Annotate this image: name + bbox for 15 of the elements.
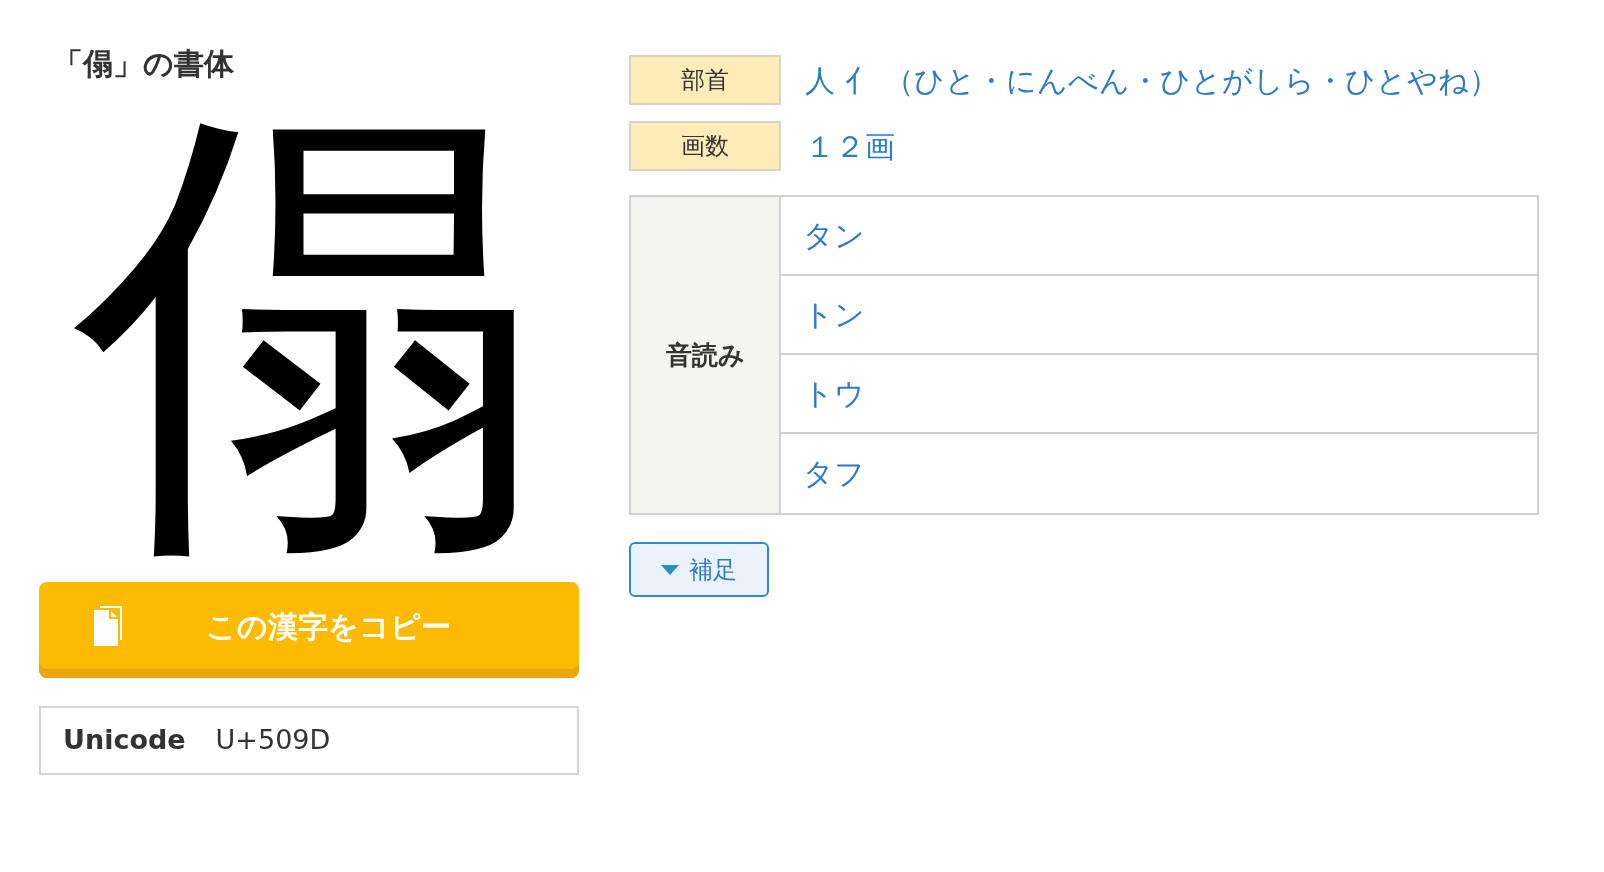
info-label: 画数 (629, 121, 781, 171)
reading-cell: トウ (781, 355, 1537, 434)
supplement-button[interactable]: 補足 (629, 542, 769, 597)
info-label: 部首 (629, 55, 781, 105)
info-value: 人 亻 （ひと・にんべん・ひとがしら・ひとやね） (805, 61, 1500, 100)
caret-icon (661, 564, 679, 575)
kanji-glyph: 傝 (74, 82, 545, 582)
reading-cell: タン (781, 197, 1537, 276)
section-title: 「傝」の書体 (53, 46, 235, 82)
reading-cell-text: タフ (802, 455, 866, 493)
reading-cell: トン (781, 276, 1537, 355)
unicode-value: U+509D (215, 723, 331, 757)
info-value: １２画 (805, 127, 895, 166)
readings-label: 音読み (631, 197, 781, 513)
unicode-label: Unicode (63, 723, 186, 757)
